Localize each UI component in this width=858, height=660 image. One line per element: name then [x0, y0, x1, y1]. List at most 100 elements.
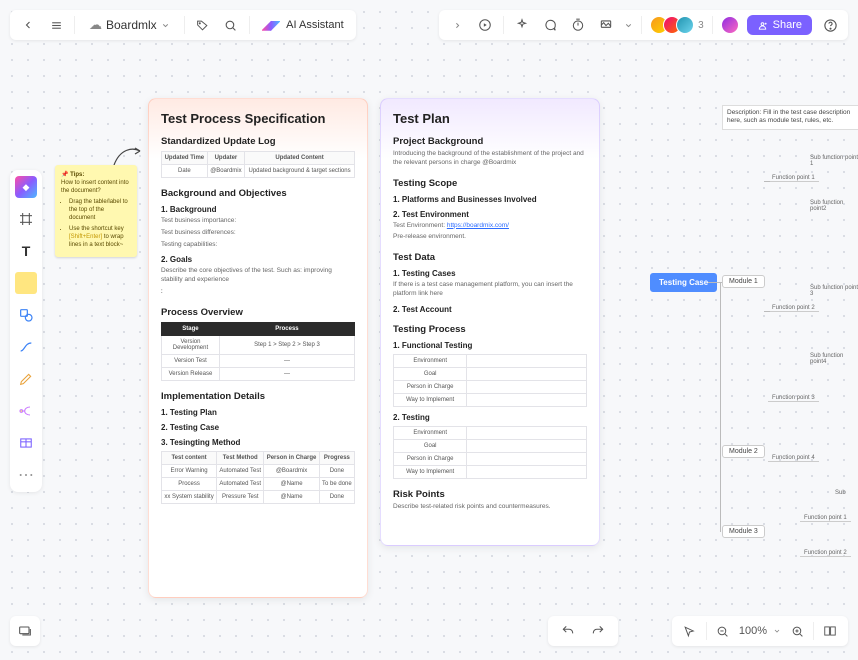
subheading: 1. Background [161, 205, 355, 214]
sticky-title: 📌 Tips: [61, 171, 131, 179]
zoom-in-button[interactable] [787, 621, 807, 641]
layers-button[interactable] [10, 616, 40, 646]
section-heading: Project Background [393, 136, 587, 147]
pointer-tool[interactable] [680, 621, 700, 641]
zoom-value: 100% [739, 625, 767, 637]
divider [249, 16, 250, 34]
section-heading: Background and Objectives [161, 188, 355, 199]
section-heading: Testing Scope [393, 178, 587, 189]
mm-label: Function point 1 [768, 175, 819, 182]
testing-table: Environment Goal Person in Charge Way to… [393, 426, 587, 479]
sparkle-button[interactable] [512, 15, 532, 35]
section-heading: Process Overview [161, 307, 355, 318]
card-title: Test Plan [393, 111, 587, 126]
collaborators[interactable]: 3 [650, 16, 704, 34]
divider [706, 622, 707, 640]
avatar [676, 16, 694, 34]
section-heading: Testing Process [393, 324, 587, 335]
board-title[interactable]: ☁︎ Boardmlx [83, 17, 176, 33]
subheading: 1. Functional Testing [393, 341, 587, 350]
play-button[interactable] [475, 15, 495, 35]
shape-tool[interactable] [15, 304, 37, 326]
comment-button[interactable] [540, 15, 560, 35]
doc-test-process-spec[interactable]: Test Process Specification Standardized … [148, 98, 368, 598]
subheading: 2. Testing Case [161, 423, 355, 432]
doc-test-plan[interactable]: Test Plan Project Background Introducing… [380, 98, 600, 546]
mm-label: Function point 4 [768, 455, 819, 462]
board-name: Boardmlx [106, 18, 157, 32]
mm-label: Function point 1 [800, 515, 851, 522]
env-link[interactable]: https://boardmix.com/ [447, 222, 509, 229]
divider [503, 16, 504, 34]
zoom-level[interactable]: 100% [739, 625, 781, 637]
section-heading: Implementation Details [161, 391, 355, 402]
subheading: 1. Platforms and Businesses Involved [393, 195, 587, 204]
bottom-right-bar: 100% [672, 616, 848, 646]
section-heading: Risk Points [393, 489, 587, 500]
mm-label: Function point 2 [768, 305, 819, 312]
mm-label: Sub function point4 [810, 353, 858, 365]
zoom-out-button[interactable] [713, 621, 733, 641]
sticky-bullet: Use the shortcut key [Shift+Enter] to wr… [69, 225, 131, 249]
back-button[interactable] [18, 15, 38, 35]
share-button[interactable]: Share [747, 15, 812, 35]
cloud-icon: ☁︎ [89, 17, 102, 33]
mm-node[interactable]: Module 3 [722, 525, 765, 538]
text-tool[interactable]: T [15, 240, 37, 262]
sticky-bullet: Drag the table/label to the top of the d… [69, 198, 131, 222]
mm-node[interactable]: Module 2 [722, 445, 765, 458]
sticky-tool[interactable] [15, 272, 37, 294]
connector-tool[interactable] [15, 336, 37, 358]
functional-testing-table: Environment Goal Person in Charge Way to… [393, 354, 587, 407]
env-line: Test Environment: https://boardmix.com/ [393, 222, 587, 231]
chevron-down-icon [773, 627, 781, 635]
subheading: 2. Goals [161, 255, 355, 264]
tag-button[interactable] [193, 15, 213, 35]
subheading: 2. Testing [393, 413, 587, 422]
undo-button[interactable] [558, 621, 578, 641]
subheading: 2. Test Environment [393, 210, 587, 219]
mm-label: Sub function point 3 [810, 285, 858, 297]
divider [712, 16, 713, 34]
help-button[interactable] [820, 15, 840, 35]
mm-label: Sub function point 1 [810, 155, 858, 167]
redo-button[interactable] [588, 621, 608, 641]
section-heading: Standardized Update Log [161, 136, 355, 147]
divider [184, 16, 185, 34]
logo-icon[interactable]: ◆ [15, 176, 37, 198]
ai-assistant-button[interactable]: ◢◤ AI Assistant [258, 18, 348, 32]
mm-label: Function point 3 [768, 395, 819, 402]
more-tools[interactable]: ⋯ [15, 464, 37, 486]
card-title: Test Process Specification [161, 111, 355, 126]
side-toolbar: ◆ T ⋯ [10, 170, 42, 492]
mm-node[interactable]: Module 1 [722, 275, 765, 288]
topbar-right: 3 Share [439, 10, 848, 40]
minimap-button[interactable] [820, 621, 840, 641]
update-log-table: Updated TimeUpdaterUpdated Content Date@… [161, 151, 355, 178]
table-tool[interactable] [15, 432, 37, 454]
section-heading: Test Data [393, 252, 587, 263]
pen-tool[interactable] [15, 368, 37, 390]
mindmap-testing-case[interactable]: Description: Fill in the test case descr… [640, 95, 858, 575]
topbar-left: ☁︎ Boardmlx ◢◤ AI Assistant [10, 10, 356, 40]
presentation-button[interactable] [596, 15, 616, 35]
subheading: 2. Test Account [393, 305, 587, 314]
collab-count: 3 [698, 20, 704, 31]
mm-label: Function point 2 [800, 550, 851, 557]
mm-label: Sub [835, 490, 846, 496]
subheading: 1. Testing Cases [393, 269, 587, 278]
mindmap-tool[interactable] [15, 400, 37, 422]
current-user-avatar[interactable] [721, 16, 739, 34]
sticky-note[interactable]: 📌 Tips: How to insert content into the d… [55, 165, 137, 257]
search-button[interactable] [221, 15, 241, 35]
share-icon [757, 20, 768, 31]
process-overview-table: StageProcess Version DevelopmentStep 1 >… [161, 322, 355, 381]
ai-icon: ◢◤ [262, 18, 280, 32]
menu-button[interactable] [46, 15, 66, 35]
expand-button[interactable] [447, 15, 467, 35]
methods-table: Test contentTest MethodPerson in ChargeP… [161, 451, 355, 504]
timer-button[interactable] [568, 15, 588, 35]
frame-tool[interactable] [15, 208, 37, 230]
divider [74, 16, 75, 34]
mm-label: Sub function point2 [810, 200, 858, 212]
